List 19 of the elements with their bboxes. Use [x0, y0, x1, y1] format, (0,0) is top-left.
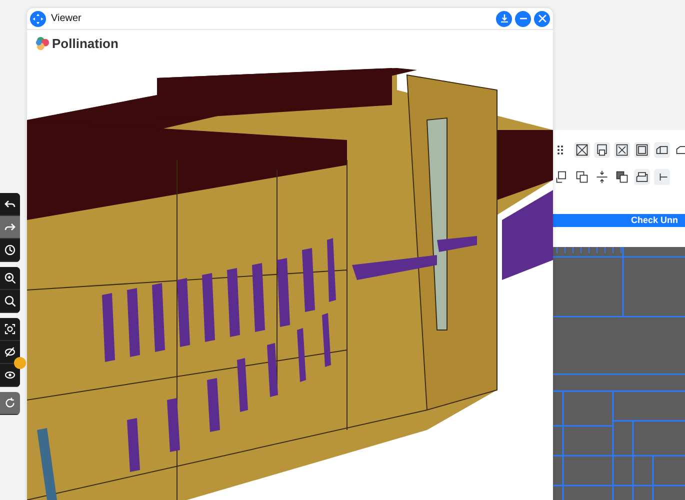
minimize-icon[interactable]: [515, 10, 531, 26]
logo-icon: [35, 36, 50, 51]
logo-text: Pollination: [52, 36, 118, 51]
square-icon[interactable]: [594, 142, 610, 158]
zoom-icon[interactable]: [0, 267, 20, 290]
square-icon[interactable]: [574, 142, 590, 158]
square-icon[interactable]: [634, 142, 650, 158]
square-icon[interactable]: [574, 168, 590, 185]
move-icon[interactable]: [30, 10, 46, 26]
download-icon[interactable]: [496, 10, 512, 26]
split-icon[interactable]: [594, 168, 610, 185]
target-icon[interactable]: [0, 318, 20, 341]
square-icon[interactable]: [614, 142, 630, 158]
undo-icon[interactable]: [0, 193, 20, 216]
check-button[interactable]: Check Unn: [553, 214, 685, 227]
close-icon[interactable]: [534, 10, 550, 26]
status-badge: [14, 357, 26, 369]
window-title: Viewer: [51, 13, 82, 24]
square-icon[interactable]: [614, 168, 630, 185]
